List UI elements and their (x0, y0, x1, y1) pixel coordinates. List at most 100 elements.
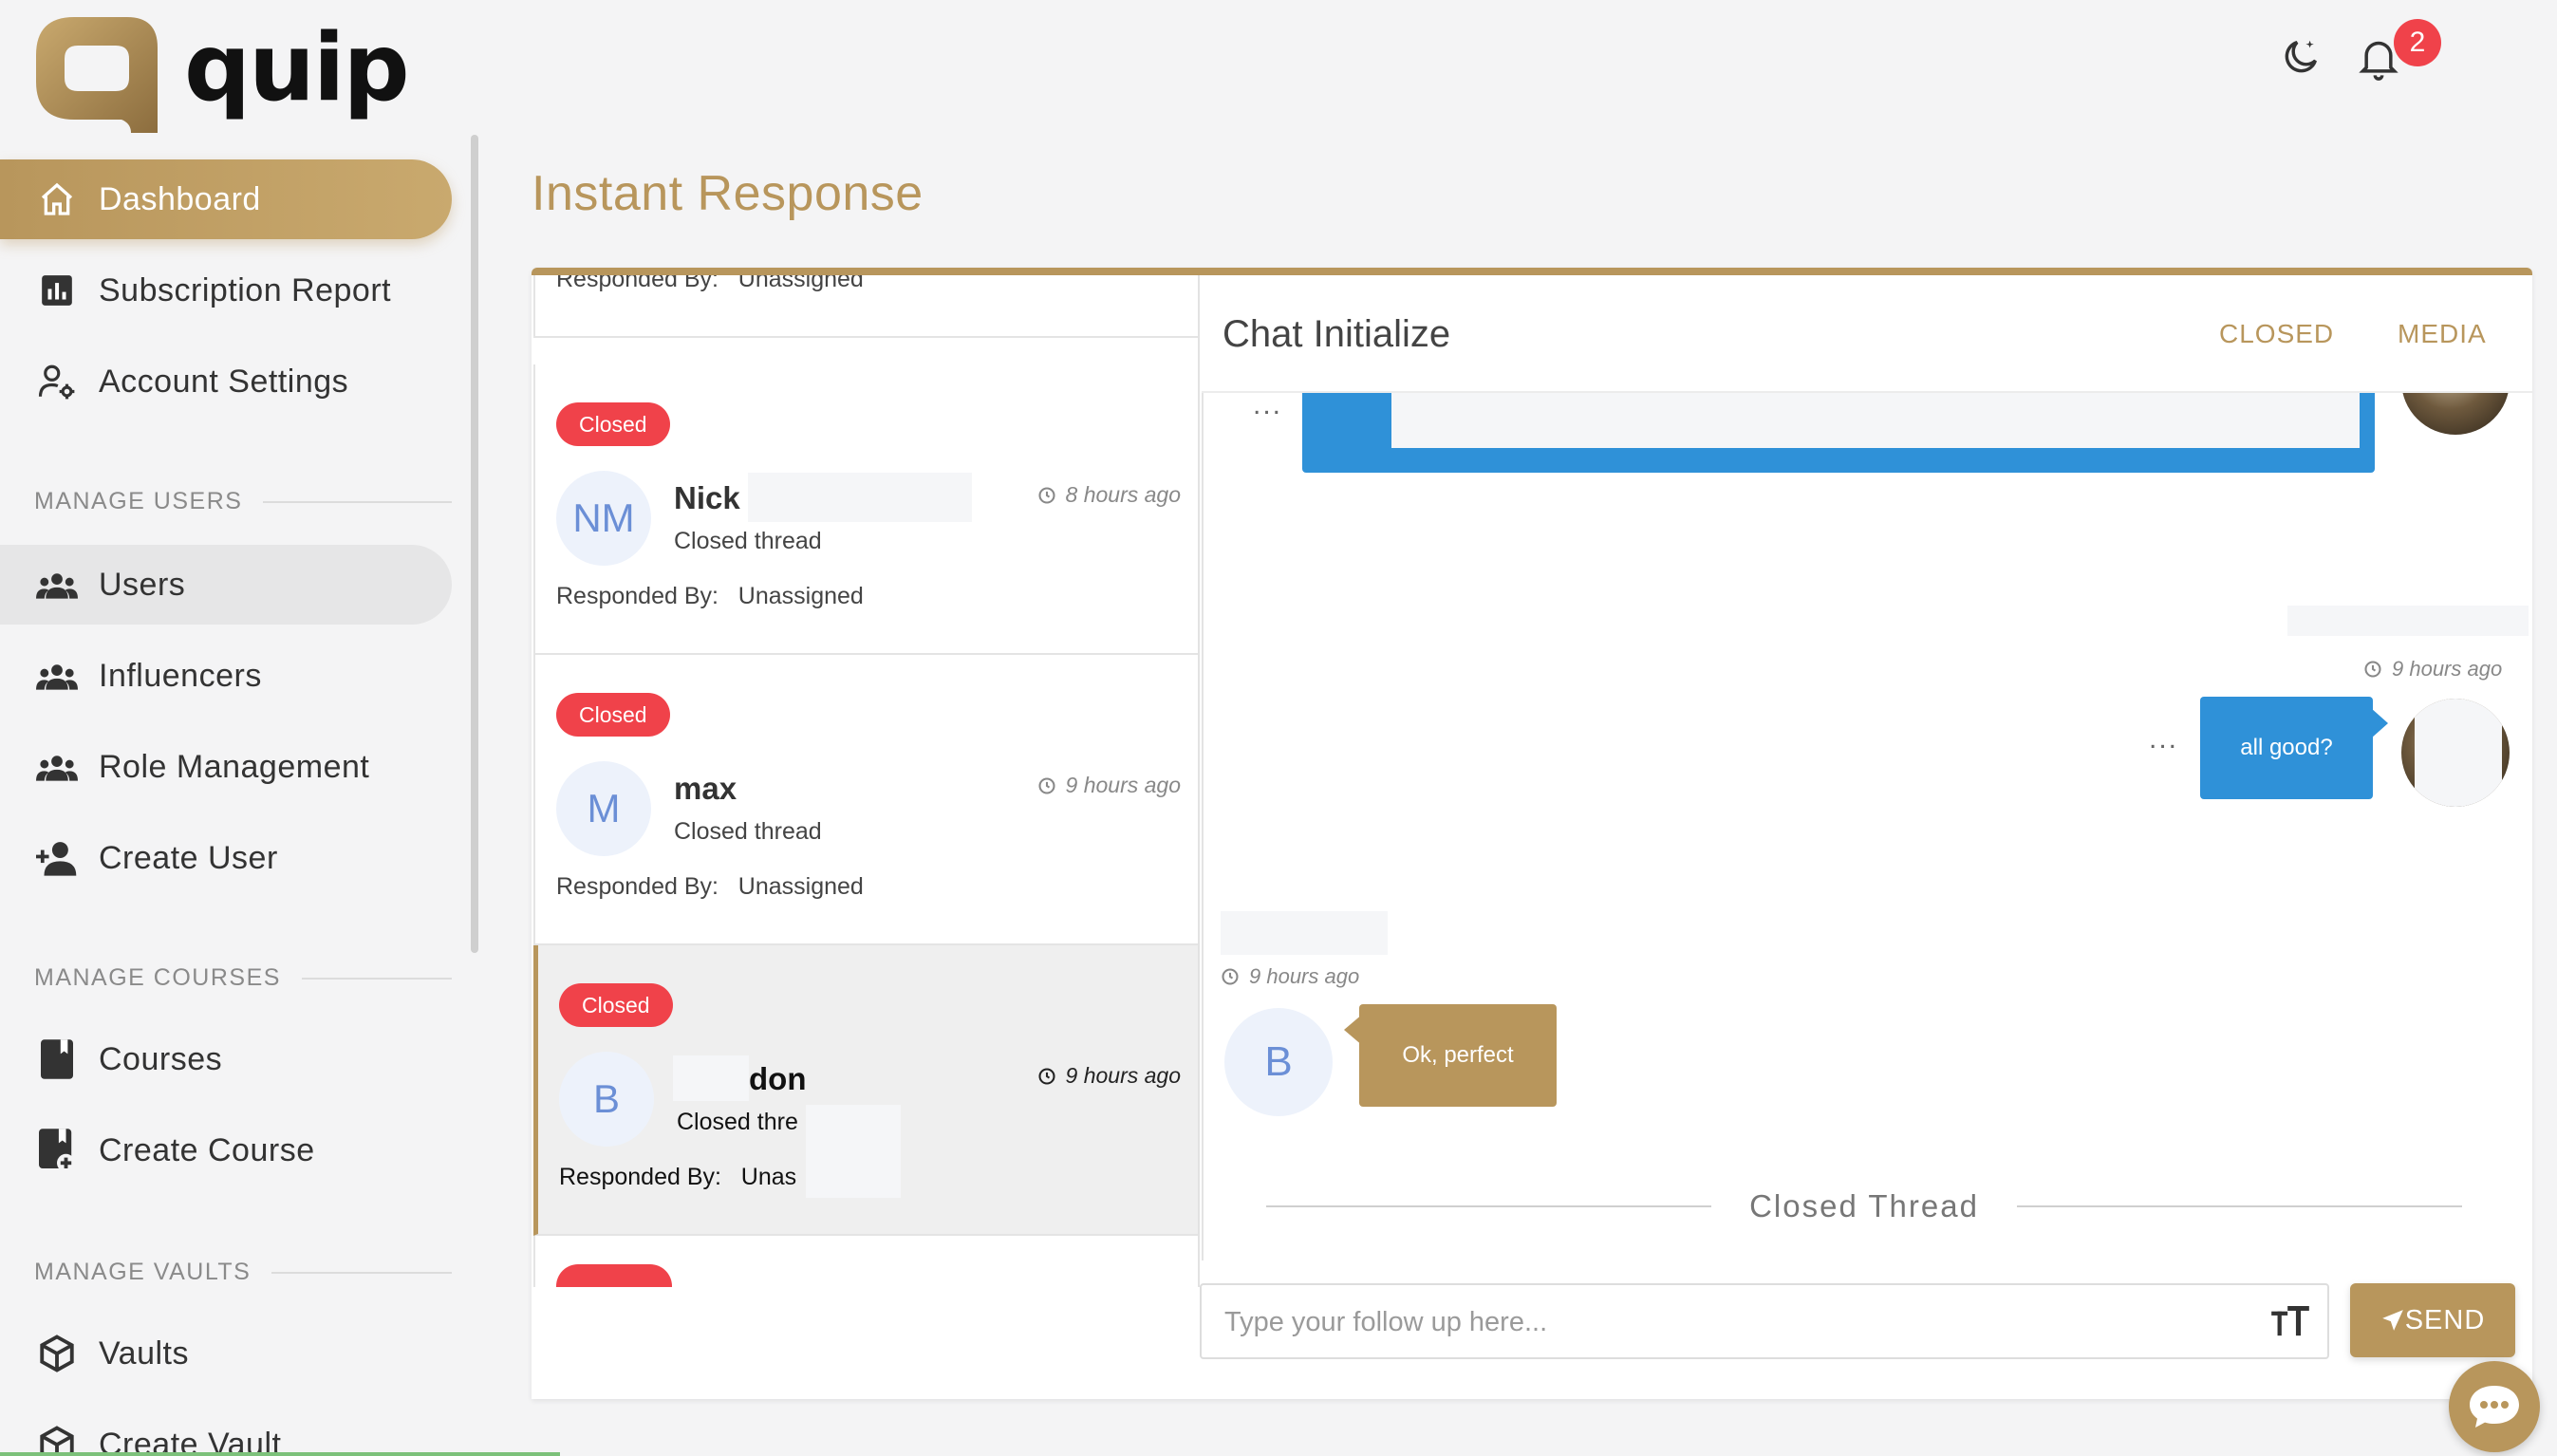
thread-time: 8 hours ago (1037, 482, 1181, 508)
redacted-block (2287, 606, 2529, 636)
user-photo-avatar (2401, 393, 2510, 435)
clock-icon (1037, 776, 1055, 794)
sidebar-item-account-settings[interactable]: Account Settings (0, 342, 452, 421)
loading-bar (0, 1452, 560, 1456)
sidebar-item-create-course[interactable]: Create Course (0, 1111, 452, 1190)
message-options-icon[interactable]: ... (2149, 723, 2178, 756)
message-time: 9 hours ago (1221, 964, 1359, 989)
status-badge: Closed (556, 402, 670, 446)
sidebar-item-subscription-report[interactable]: Subscription Report (0, 251, 452, 330)
sidebar-item-create-user[interactable]: Create User (0, 818, 452, 898)
dark-mode-icon[interactable] (2274, 30, 2327, 84)
thread-name: max (674, 771, 737, 806)
thread-time: 9 hours ago (1037, 773, 1181, 798)
message-bubble-incoming: Ok, perfect (1359, 1004, 1557, 1107)
thread-item[interactable] (533, 1236, 1198, 1287)
closed-thread-divider: Closed Thread (1266, 1188, 2463, 1224)
message-options-icon[interactable]: ... (1253, 393, 1282, 421)
sidebar-item-label: Create User (99, 839, 278, 876)
group-icon (36, 655, 78, 697)
sidebar-item-users[interactable]: Users (0, 545, 452, 625)
thread-name: don (749, 1061, 807, 1096)
sidebar-scrollbar[interactable] (471, 135, 478, 953)
user-photo-avatar (2401, 699, 2510, 807)
send-icon (2381, 1310, 2403, 1331)
avatar: M (556, 761, 651, 856)
section-manage-users: MANAGE USERS (34, 488, 452, 515)
message-composer (1200, 1283, 2329, 1359)
page-title: Instant Response (532, 166, 924, 221)
chat-header: Chat Initialize CLOSED MEDIA (1202, 275, 2532, 393)
text-format-icon[interactable] (2268, 1300, 2312, 1344)
clock-icon (1037, 1067, 1055, 1085)
thread-item[interactable]: Responded By: Unassigned (533, 275, 1198, 338)
sidebar-item-label: Courses (99, 1040, 223, 1077)
message-time: 9 hours ago (2363, 657, 2502, 681)
tab-media[interactable]: MEDIA (2398, 319, 2487, 349)
sidebar-item-label: Account Settings (99, 363, 349, 400)
chat-bubble-icon (2470, 1386, 2519, 1428)
sidebar-item-dashboard[interactable]: Dashboard (0, 159, 452, 239)
chat-support-button[interactable] (2449, 1361, 2540, 1452)
redacted-block (806, 1105, 901, 1198)
notification-badge: 2 (2394, 19, 2441, 66)
group-icon (36, 746, 78, 788)
add-book-icon (36, 1129, 78, 1172)
responded-by: Responded By: Unassigned (556, 275, 864, 292)
sidebar-item-label: Influencers (99, 657, 262, 694)
redacted-block (1221, 911, 1388, 955)
chat-messages[interactable]: ... 9 hours ago ... all good? 9 hours ag… (1202, 393, 2532, 1260)
send-button[interactable]: SEND (2350, 1283, 2515, 1357)
thread-item-selected[interactable]: Closed B don Closed thre 9 hours ago Res… (533, 945, 1198, 1236)
bubble-tail-icon (2371, 708, 2388, 738)
add-cube-icon (36, 1424, 78, 1456)
sidebar-item-role-management[interactable]: Role Management (0, 727, 452, 807)
bar-chart-icon (36, 270, 78, 311)
avatar: B (1224, 1008, 1333, 1116)
sidebar-item-label: Subscription Report (99, 271, 392, 308)
redacted-block (748, 473, 972, 522)
sidebar-item-label: Vaults (99, 1335, 189, 1372)
sidebar-item-create-vault[interactable]: Create Vault (0, 1405, 452, 1456)
closed-thread-label: Closed Thread (1749, 1188, 1979, 1223)
thread-subtitle: Closed thread (674, 528, 822, 554)
sidebar-item-vaults[interactable]: Vaults (0, 1314, 452, 1393)
sidebar: quip Dashboard Subscription Report Accou… (0, 0, 478, 1456)
responded-by: Responded By: Unassigned (556, 873, 864, 900)
tab-closed[interactable]: CLOSED (2219, 319, 2334, 349)
group-icon (36, 564, 78, 606)
avatar: B (559, 1052, 654, 1147)
thread-subtitle: Closed thre (677, 1109, 798, 1135)
cube-icon (36, 1333, 78, 1374)
sidebar-item-influencers[interactable]: Influencers (0, 636, 452, 716)
follow-up-input[interactable] (1224, 1298, 2230, 1346)
clock-icon (1222, 968, 1239, 985)
thread-name: Nick (674, 480, 740, 515)
home-icon (36, 178, 78, 220)
thread-list[interactable]: Responded By: Unassigned Closed NM Nick … (533, 275, 1200, 1287)
status-badge: Closed (559, 983, 673, 1027)
redacted-block (1391, 393, 2360, 448)
thread-subtitle: Closed thread (674, 818, 822, 845)
section-manage-courses: MANAGE COURSES (34, 964, 452, 992)
sidebar-item-label: Create Course (99, 1131, 315, 1168)
message-bubble (1302, 393, 2375, 473)
thread-item[interactable]: Closed M max Closed thread 9 hours ago R… (533, 655, 1198, 945)
logo-mark-icon (36, 17, 158, 133)
sidebar-item-label: Role Management (99, 748, 370, 785)
sidebar-item-label: Users (99, 566, 186, 603)
sidebar-item-label: Dashboard (99, 180, 261, 217)
status-badge (556, 1264, 672, 1287)
clock-icon (2364, 661, 2381, 678)
responded-by: Responded By: Unas (559, 1164, 797, 1190)
thread-time: 9 hours ago (1037, 1063, 1181, 1089)
responded-by: Responded By: Unassigned (556, 583, 864, 609)
sidebar-item-courses[interactable]: Courses (0, 1019, 452, 1099)
message-bubble-outgoing: all good? (2200, 697, 2373, 799)
quip-logo[interactable]: quip (36, 14, 410, 133)
book-icon (36, 1038, 78, 1080)
brand-name: quip (184, 14, 410, 122)
chat-title: Chat Initialize (1223, 313, 1451, 355)
clock-icon (1037, 486, 1055, 504)
thread-item[interactable]: Closed NM Nick Closed thread 8 hours ago… (533, 364, 1198, 655)
